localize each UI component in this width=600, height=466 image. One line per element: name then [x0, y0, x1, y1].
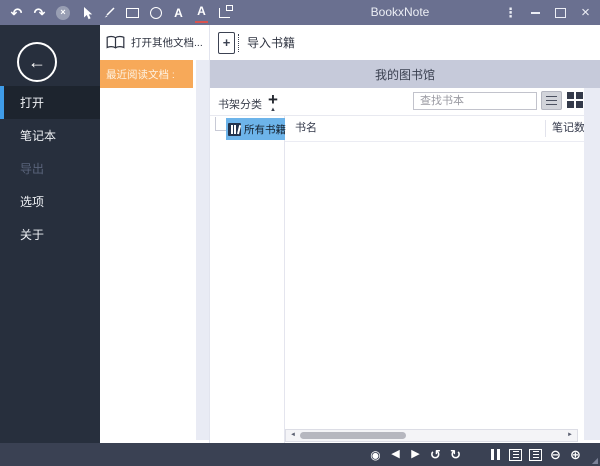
books-table-body	[285, 142, 600, 443]
next-page-icon[interactable]: ▶	[409, 447, 422, 462]
sidebar-item-label: 打开	[20, 94, 44, 111]
library-panel: 导入书籍 我的图书馆 书架分类 + ▲ 所有书籍 书名	[210, 25, 600, 443]
sidebar: ← 打开 笔记本 导出 选项 关于	[0, 25, 100, 443]
sidebar-item-options[interactable]: 选项	[0, 185, 100, 218]
books-table-header: 书名 笔记数	[285, 116, 600, 142]
list-view-button[interactable]	[541, 91, 562, 110]
import-books-label: 导入书籍	[247, 34, 295, 51]
sidebar-item-about[interactable]: 关于	[0, 218, 100, 251]
sidebar-item-label: 导出	[20, 160, 44, 177]
thumbnail-grid-icon[interactable]	[469, 447, 482, 462]
prev-page-icon[interactable]: ◀	[389, 447, 402, 462]
sidebar-item-export: 导出	[0, 152, 100, 185]
scroll-left-icon[interactable]: ◄	[290, 432, 296, 438]
column-header-book-name[interactable]: 书名	[295, 116, 317, 141]
scrollbar-thumb[interactable]	[300, 432, 406, 439]
back-button[interactable]: ←	[17, 42, 57, 82]
resize-grip-icon[interactable]: ◢	[592, 456, 598, 465]
rectangle-tool-icon[interactable]	[126, 4, 139, 21]
continuous-page-icon[interactable]	[529, 449, 542, 461]
search-input[interactable]	[413, 92, 537, 110]
ellipse-tool-icon[interactable]	[149, 4, 162, 21]
bookxnote-window: ↶ ↷ × A A BookxNote ⋮ × ← 打	[0, 0, 600, 466]
sidebar-item-label: 选项	[20, 193, 44, 210]
scroll-right-icon[interactable]: ►	[567, 432, 573, 438]
scroll-up-icon[interactable]: ▲	[270, 107, 276, 113]
zoom-out-icon[interactable]: ⊖	[549, 447, 562, 462]
annotation-toolbar: ↶ ↷ × A A	[10, 0, 231, 25]
zoom-in-icon[interactable]: ⊕	[569, 447, 582, 462]
recent-documents-panel: 打开其他文档... 最近阅读文档 :	[100, 25, 210, 443]
single-page-icon[interactable]	[509, 449, 522, 461]
minimize-button[interactable]	[523, 0, 548, 25]
vertical-scrollbar-track[interactable]	[584, 88, 600, 440]
shelf-section-label: 书架分类	[218, 96, 262, 112]
locate-icon[interactable]: ◉	[369, 447, 382, 462]
menu-icon[interactable]: ⋮	[498, 0, 523, 25]
import-books-button[interactable]: 导入书籍	[218, 30, 295, 55]
recent-panel-scrollbar[interactable]	[196, 60, 209, 440]
back-arrow-icon: ←	[28, 53, 46, 71]
open-book-icon	[105, 35, 126, 50]
library-toolbar: 书架分类 + ▲	[210, 88, 600, 115]
open-other-docs-button[interactable]: 打开其他文档...	[100, 25, 209, 60]
double-page-icon[interactable]	[489, 447, 502, 462]
books-table: 书名 笔记数	[285, 116, 600, 443]
rotate-right-icon[interactable]: ↻	[449, 447, 462, 462]
redo-icon[interactable]: ↷	[33, 4, 46, 21]
titlebar: ↶ ↷ × A A BookxNote ⋮ ×	[0, 0, 600, 25]
tree-item-all-books[interactable]: 所有书籍	[226, 118, 285, 140]
sidebar-item-notebook[interactable]: 笔记本	[0, 119, 100, 152]
text-tool-icon[interactable]: A	[172, 4, 185, 21]
close-button[interactable]: ×	[573, 0, 598, 25]
sidebar-item-label: 关于	[20, 226, 44, 243]
bookshelf-icon	[228, 123, 241, 136]
cursor-icon[interactable]	[80, 4, 93, 21]
library-header-bar: 我的图书馆	[210, 60, 600, 88]
screenshot-tool-icon[interactable]	[218, 4, 231, 21]
import-book-icon	[218, 32, 235, 54]
delete-icon[interactable]: ×	[56, 6, 70, 20]
undo-icon[interactable]: ↶	[10, 4, 23, 21]
sidebar-item-label: 笔记本	[20, 127, 56, 144]
sidebar-item-open[interactable]: 打开	[0, 86, 100, 119]
library-content: 所有书籍 书名 笔记数 ◄ ►	[210, 115, 600, 443]
open-other-docs-label: 打开其他文档...	[131, 35, 203, 50]
maximize-button[interactable]	[548, 0, 573, 25]
column-header-note-count[interactable]: 笔记数	[552, 116, 585, 141]
grid-view-button[interactable]	[567, 92, 583, 108]
highlight-tool-icon[interactable]: A	[195, 3, 208, 23]
horizontal-scrollbar[interactable]: ◄ ►	[285, 429, 578, 442]
statusbar: ◉ ◀ ▶ ↺ ↻ ⊖ ⊕ ◢	[0, 443, 600, 466]
recent-docs-header: 最近阅读文档 :	[100, 60, 193, 88]
rotate-left-icon[interactable]: ↺	[429, 447, 442, 462]
window-title: BookxNote	[337, 0, 463, 25]
column-divider	[545, 120, 546, 137]
line-tool-icon[interactable]	[103, 4, 116, 21]
library-title: 我的图书馆	[375, 66, 435, 83]
window-controls: ⋮ ×	[498, 0, 598, 25]
tree-item-label: 所有书籍	[244, 122, 286, 137]
shelf-tree: 所有书籍	[210, 116, 285, 443]
